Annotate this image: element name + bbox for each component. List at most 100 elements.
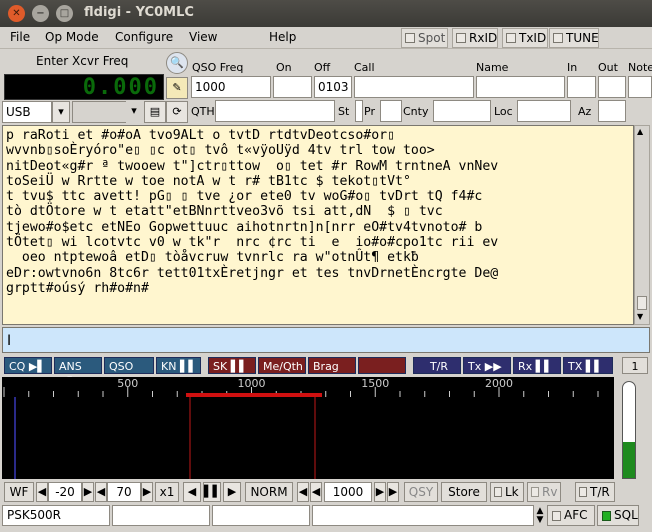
mode-select[interactable]: USB: [2, 101, 52, 123]
wf-range[interactable]: 70: [107, 482, 141, 502]
updown-arrow-icon[interactable]: ▲ ▼: [535, 507, 545, 525]
chevron-right-icon[interactable]: ▶: [374, 482, 386, 502]
zoom-button[interactable]: x1: [155, 482, 179, 502]
frequency-ruler[interactable]: 500 1000 1500 2000: [2, 377, 614, 397]
chevron-left-icon[interactable]: ◀: [36, 482, 48, 502]
chevron-right-icon[interactable]: ▶: [141, 482, 153, 502]
call-field[interactable]: [354, 76, 474, 98]
macro-set-button[interactable]: 1: [622, 357, 648, 374]
qth-label: QTH: [191, 105, 215, 118]
tr-toggle[interactable]: T/R: [575, 482, 615, 502]
chevron-down-icon[interactable]: ▾: [126, 101, 142, 123]
chevron-down-icon[interactable]: ▾: [52, 101, 70, 123]
tune-label: TUNE: [566, 31, 599, 45]
menu-file[interactable]: File: [10, 30, 30, 44]
carrier-freq-field[interactable]: 1000: [324, 482, 372, 502]
tune-toggle[interactable]: TUNE: [549, 28, 599, 48]
macro-me-qth-label: Me/Qth: [263, 360, 303, 373]
name-label: Name: [476, 61, 509, 74]
wf-speed-button[interactable]: NORM: [245, 482, 293, 502]
txid-toggle[interactable]: TxID: [502, 28, 548, 48]
menu-help[interactable]: Help: [269, 30, 296, 44]
province-field[interactable]: [380, 100, 402, 122]
broom-icon[interactable]: ✎: [166, 77, 188, 99]
macro-brag[interactable]: Brag: [308, 357, 356, 374]
qth-field[interactable]: [215, 100, 335, 122]
spot-toggle[interactable]: Spot: [401, 28, 448, 48]
menu-configure[interactable]: Configure: [115, 30, 173, 44]
name-field[interactable]: [476, 76, 565, 98]
province-label: Pr: [364, 105, 375, 118]
macro-tx[interactable]: Tx ▶▶: [463, 357, 511, 374]
rx-scrollbar[interactable]: ▲ ▼: [634, 125, 650, 325]
locator-field[interactable]: [517, 100, 571, 122]
macro-kn[interactable]: KN ▌▌: [156, 357, 201, 374]
text-cursor-icon: I: [7, 333, 12, 349]
refresh-icon[interactable]: ⟳: [166, 101, 188, 123]
macro-empty[interactable]: [358, 357, 406, 374]
sql-toggle[interactable]: SQL: [597, 505, 639, 526]
reverse-toggle[interactable]: Rv: [527, 482, 561, 502]
play-icon[interactable]: ▶: [223, 482, 241, 502]
log-book-icon[interactable]: ▤: [144, 101, 166, 123]
macro-sk-label: SK: [213, 360, 228, 373]
scroll-down-icon[interactable]: ▼: [637, 313, 647, 321]
checkbox-icon: [579, 487, 587, 497]
chevron-left-icon[interactable]: ◀: [310, 482, 322, 502]
rxid-toggle[interactable]: RxID: [452, 28, 498, 48]
macro-tx-stop[interactable]: TX ▌▌: [563, 357, 613, 374]
waterfall-display[interactable]: [2, 397, 614, 479]
wf-ref-level[interactable]: -20: [48, 482, 82, 502]
afc-label: AFC: [564, 508, 588, 522]
search-icon[interactable]: 🔍: [166, 52, 188, 74]
rxid-label: RxID: [469, 31, 498, 45]
macro-tr-label: T/R: [429, 360, 449, 373]
close-icon[interactable]: ✕: [8, 5, 25, 22]
qso-freq-label: QSO Freq: [192, 61, 244, 74]
reverse-label: Rv: [542, 485, 558, 499]
qsy-button[interactable]: QSY: [404, 482, 438, 502]
xcvr-freq-label: Enter Xcvr Freq: [36, 54, 129, 68]
chevron-left-icon[interactable]: ◀: [95, 482, 107, 502]
chevron-left-icon[interactable]: ◀: [297, 482, 309, 502]
maximize-icon[interactable]: □: [56, 5, 73, 22]
mode-status[interactable]: PSK500R: [2, 505, 110, 526]
store-button[interactable]: Store: [441, 482, 487, 502]
time-on-field[interactable]: [273, 76, 312, 98]
minimize-icon[interactable]: −: [32, 5, 49, 22]
wf-mode-button[interactable]: WF: [4, 482, 34, 502]
rst-out-field[interactable]: [598, 76, 626, 98]
macro-cq[interactable]: CQ ▶▌: [4, 357, 52, 374]
afc-toggle[interactable]: AFC: [547, 505, 595, 526]
scroll-thumb[interactable]: [637, 296, 647, 310]
pause-icon[interactable]: ▌▌: [203, 482, 221, 502]
rst-in-field[interactable]: [567, 76, 596, 98]
notes-field[interactable]: [628, 76, 652, 98]
azimuth-field[interactable]: [598, 100, 626, 122]
macro-qso[interactable]: QSO ▶▶: [104, 357, 154, 390]
macro-tr[interactable]: T/R: [413, 357, 461, 374]
state-field[interactable]: [355, 100, 363, 122]
tx-text-panel[interactable]: I: [2, 327, 650, 353]
lock-toggle[interactable]: Lk: [490, 482, 524, 502]
qso-freq-field[interactable]: 1000: [191, 76, 271, 98]
call-label: Call: [354, 61, 375, 74]
time-off-field[interactable]: 0103: [314, 76, 352, 98]
xcvr-freq-display[interactable]: 0.000: [4, 74, 164, 100]
macro-ans[interactable]: ANS ▶▌: [54, 357, 102, 390]
macro-sk[interactable]: SK ▌▌: [208, 357, 256, 374]
checkbox-icon: [405, 33, 415, 43]
county-field[interactable]: [433, 100, 491, 122]
rx-text-panel[interactable]: p raRoti et #o#oA tvo9ALt o tvtD rtdtvDe…: [2, 125, 634, 325]
chevron-right-icon[interactable]: ▶: [82, 482, 94, 502]
sql-label: SQL: [614, 508, 638, 522]
menu-view[interactable]: View: [189, 30, 217, 44]
in-label: In: [567, 61, 578, 74]
scroll-up-icon[interactable]: ▲: [637, 128, 647, 136]
macro-me-qth[interactable]: Me/Qth: [258, 357, 306, 374]
macro-rx[interactable]: Rx ▌▌: [513, 357, 561, 374]
chevron-right-icon[interactable]: ▶: [387, 482, 399, 502]
menu-op-mode[interactable]: Op Mode: [45, 30, 99, 44]
checkbox-icon: [506, 33, 516, 43]
rewind-icon[interactable]: ◀: [183, 482, 201, 502]
